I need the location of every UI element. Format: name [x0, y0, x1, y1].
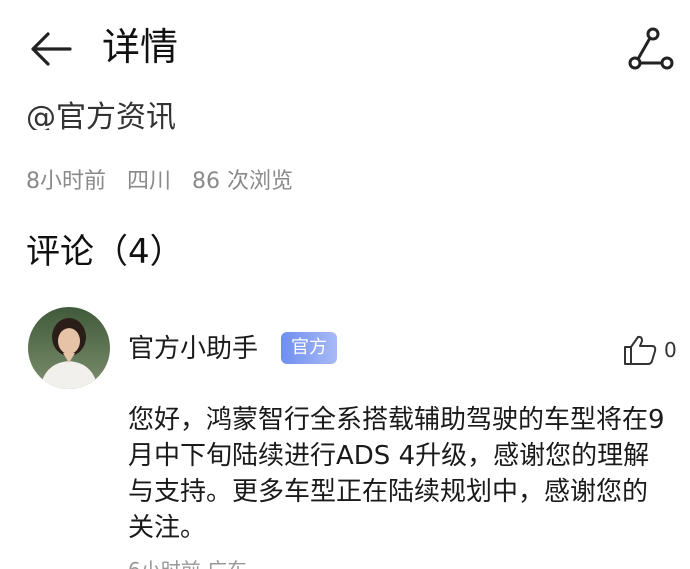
- comment-footer-text: 6小时前 广东: [128, 556, 247, 569]
- official-badge: 官方: [281, 332, 337, 364]
- like-button[interactable]: [622, 334, 658, 366]
- post-location: 四川: [127, 169, 172, 194]
- comment-footer: 6小时前 广东: [128, 556, 328, 569]
- comments-heading: 评论（4）: [26, 232, 184, 272]
- share-button[interactable]: [626, 26, 676, 72]
- back-button[interactable]: [28, 26, 74, 72]
- post-source-text: @官方资讯: [26, 100, 176, 130]
- comment-text: 您好，鸿蒙智行全系搭载辅助驾驶的车型将在9月中下旬陆续进行ADS 4升级，感谢您…: [128, 405, 665, 543]
- share-icon: [628, 27, 674, 70]
- post-meta: 8小时前 四川 86 次浏览: [26, 166, 307, 198]
- post-source-line: @官方资讯: [26, 94, 326, 130]
- user-avatar: [28, 307, 110, 389]
- top-bar: 详情: [0, 0, 690, 96]
- page-title: 详情: [102, 25, 179, 69]
- avatar[interactable]: [28, 307, 110, 389]
- like-count: 0: [664, 338, 677, 362]
- comment-username[interactable]: 官方小助手: [128, 331, 258, 367]
- arrow-left-icon: [31, 32, 72, 66]
- thumbs-up-icon: [624, 335, 657, 365]
- post-views: 86 次浏览: [192, 169, 294, 194]
- post-time: 8小时前: [26, 169, 106, 194]
